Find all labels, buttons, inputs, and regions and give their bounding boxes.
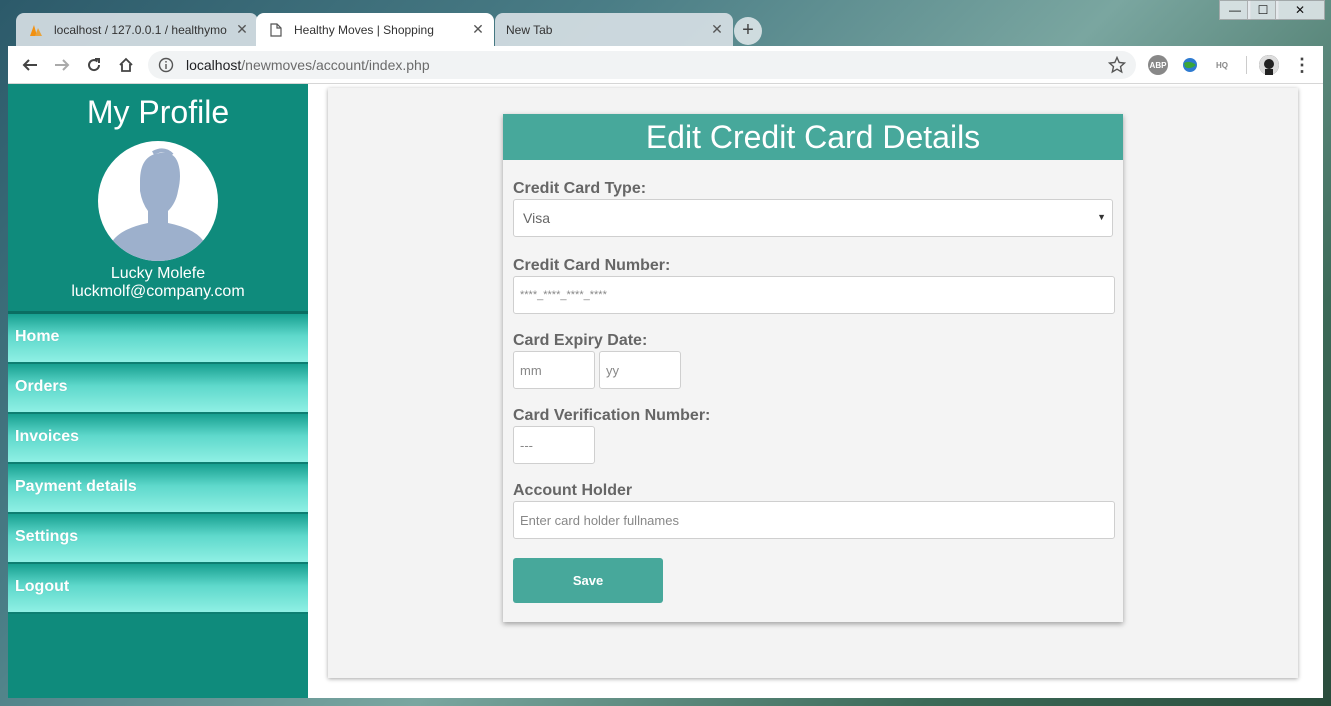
card-type-select[interactable]: Visa ▼	[513, 199, 1113, 237]
profile-title: My Profile	[86, 94, 230, 130]
address-bar[interactable]: localhost/newmoves/account/index.php	[148, 51, 1136, 79]
main-area: Edit Credit Card Details Credit Card Typ…	[308, 84, 1323, 698]
expiry-label: Card Expiry Date:	[513, 332, 648, 349]
close-icon[interactable]: ✕	[234, 21, 250, 38]
sidebar-item-settings[interactable]: Settings	[8, 514, 308, 564]
content-panel: Edit Credit Card Details Credit Card Typ…	[328, 88, 1298, 678]
user-silhouette-icon	[110, 148, 206, 261]
sidebar-item-invoices[interactable]: Invoices	[8, 414, 308, 464]
sidebar-menu: Home Orders Invoices Payment details Set…	[8, 311, 308, 614]
card-type-value: Visa	[523, 210, 550, 226]
abp-icon[interactable]: ABP	[1148, 55, 1168, 75]
user-email: luckmolf@company.com	[71, 283, 245, 300]
forward-arrow-icon	[55, 59, 70, 71]
sidebar-item-logout[interactable]: Logout	[8, 564, 308, 614]
page-content: My Profile Lucky Molefe luckmolf@company…	[8, 84, 1323, 698]
reload-icon	[88, 58, 101, 72]
dropdown-arrow-icon: ▼	[1097, 212, 1106, 222]
home-button[interactable]	[113, 52, 139, 78]
card-number-input[interactable]: ****_****_****_****	[513, 276, 1115, 314]
tab-title: New Tab	[506, 22, 553, 37]
back-arrow-icon	[22, 59, 37, 71]
url-host: localhost	[186, 57, 242, 73]
url-path: /newmoves/account/index.php	[241, 57, 430, 73]
back-button[interactable]	[17, 52, 43, 78]
card-number-label: Credit Card Number:	[513, 257, 671, 274]
cloudhq-icon[interactable]: HQ	[1212, 55, 1232, 75]
cvv-input[interactable]: ---	[513, 426, 595, 464]
card-type-label: Credit Card Type:	[513, 180, 647, 197]
account-holder-input[interactable]: Enter card holder fullnames	[513, 501, 1115, 539]
sidebar: My Profile Lucky Molefe luckmolf@company…	[8, 84, 308, 698]
tab-strip: localhost / 127.0.0.1 / healthymo ✕ Heal…	[8, 0, 1331, 46]
expiry-month-input[interactable]: mm	[513, 351, 595, 389]
cvv-label: Card Verification Number:	[513, 407, 711, 424]
close-icon[interactable]: ✕	[470, 21, 486, 38]
tab-healthy-moves[interactable]: Healthy Moves | Shopping ✕	[256, 13, 494, 46]
account-holder-label: Account Holder	[513, 482, 633, 499]
tab-title: localhost / 127.0.0.1 / healthymo	[54, 22, 227, 37]
window-close-button[interactable]: ✕	[1275, 0, 1325, 20]
tab-new-tab[interactable]: New Tab ✕	[495, 13, 733, 46]
globe-extension-icon[interactable]	[1180, 55, 1200, 75]
form-title: Edit Credit Card Details	[503, 114, 1123, 160]
user-name: Lucky Molefe	[110, 265, 206, 282]
avatar	[98, 141, 218, 261]
credit-card-form: Edit Credit Card Details Credit Card Typ…	[503, 114, 1123, 622]
toolbar-divider	[1246, 56, 1247, 74]
sidebar-item-orders[interactable]: Orders	[8, 364, 308, 414]
home-icon	[119, 57, 133, 72]
close-icon[interactable]: ✕	[709, 21, 725, 38]
forward-button[interactable]	[49, 52, 75, 78]
reload-button[interactable]	[81, 52, 107, 78]
profile-avatar-icon[interactable]	[1259, 55, 1279, 75]
sidebar-item-home[interactable]: Home	[8, 314, 308, 364]
expiry-year-input[interactable]: yy	[599, 351, 681, 389]
menu-kebab-icon[interactable]: ⋮	[1292, 55, 1312, 75]
bookmark-star-icon[interactable]	[1108, 56, 1126, 74]
tab-phpmyadmin[interactable]: localhost / 127.0.0.1 / healthymo ✕	[16, 13, 258, 46]
page-icon	[268, 22, 284, 38]
new-tab-button[interactable]: +	[734, 17, 762, 45]
browser-toolbar: localhost/newmoves/account/index.php ABP…	[8, 46, 1323, 84]
info-icon[interactable]	[158, 57, 174, 73]
phpmyadmin-icon	[28, 22, 44, 38]
save-button[interactable]: Save	[513, 558, 663, 603]
tab-title: Healthy Moves | Shopping	[294, 22, 434, 37]
sidebar-item-payment-details[interactable]: Payment details	[8, 464, 308, 514]
